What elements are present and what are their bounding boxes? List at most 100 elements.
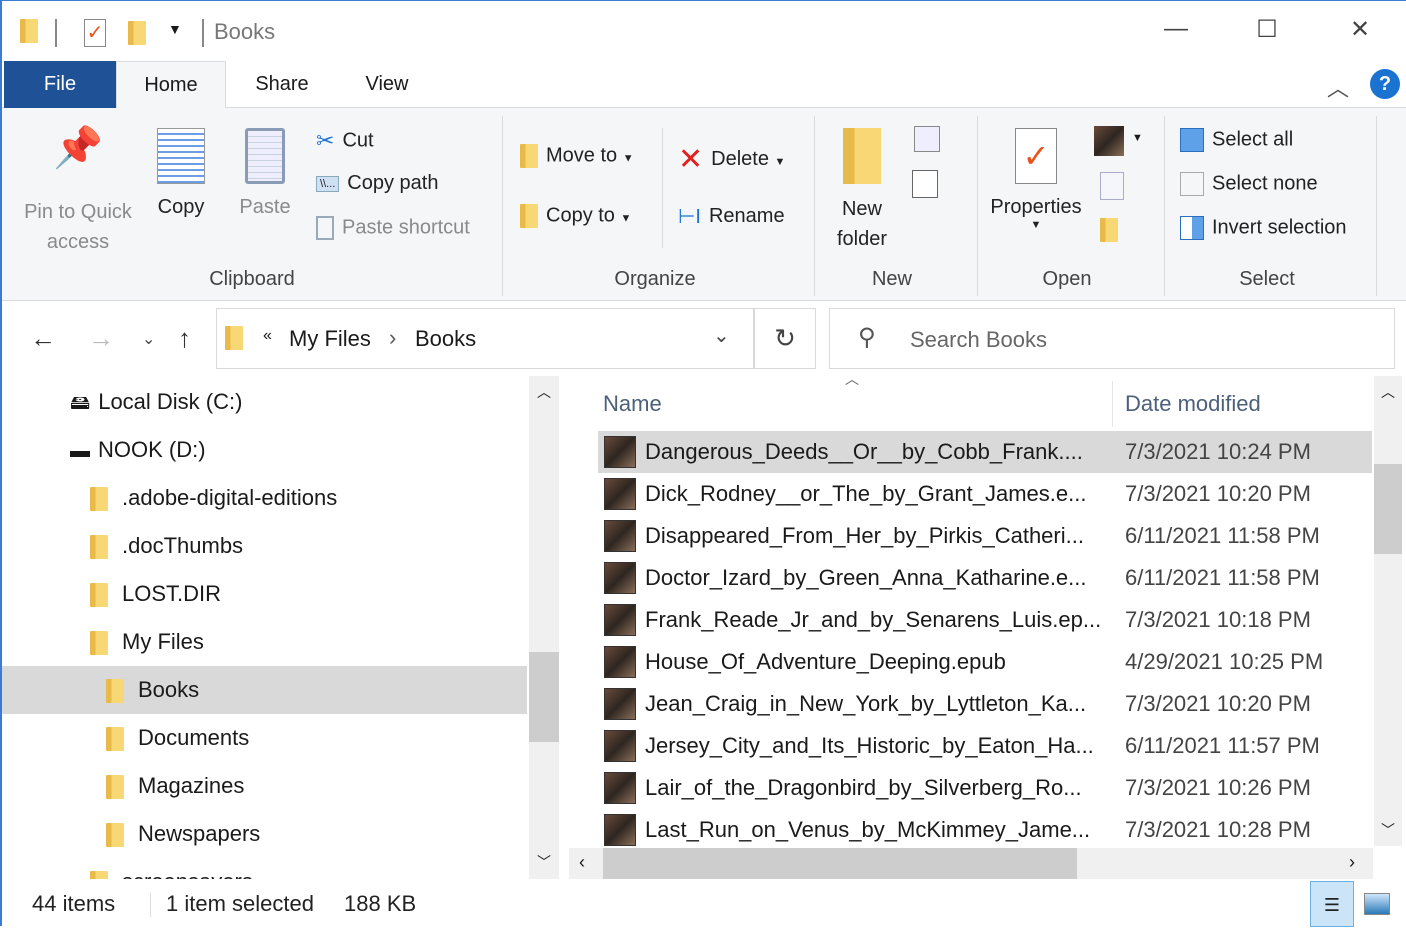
nav-item-folder[interactable]: Magazines <box>2 762 527 810</box>
copy-path-button[interactable]: \\... Copy path <box>316 172 438 195</box>
new-folder-button[interactable]: New folder <box>830 128 894 254</box>
properties-check-icon: ✓ <box>1015 128 1057 184</box>
delete-button[interactable]: ✕ Delete ▼ <box>678 142 785 177</box>
scroll-up-icon[interactable]: ︿ <box>1381 382 1395 402</box>
overflow-icon[interactable]: « <box>263 327 272 345</box>
new-item-icon[interactable] <box>914 126 940 152</box>
column-header-date-modified[interactable]: Date modified <box>1125 391 1261 417</box>
file-row[interactable]: Frank_Reade_Jr_and_by_Senarens_Luis.ep..… <box>598 599 1372 641</box>
close-button[interactable]: ✕ <box>1340 15 1380 44</box>
nav-item-folder[interactable]: LOST.DIR <box>2 570 527 618</box>
pin-to-quick-access-button[interactable]: 📌 Pin to Quick access <box>18 128 138 257</box>
file-row[interactable]: Last_Run_on_Venus_by_McKimmey_Jame... 7/3… <box>598 809 1372 851</box>
file-list-vscrollbar[interactable]: ︿ ﹀ <box>1374 376 1402 846</box>
drive-icon: 🖴 <box>70 392 91 415</box>
nav-scrollbar[interactable]: ︿ ﹀ <box>529 376 559 879</box>
maximize-button[interactable]: ☐ <box>1247 15 1287 44</box>
epub-thumbnail-icon <box>604 436 636 468</box>
drive-icon: ▬ <box>70 440 90 463</box>
customize-toolbar-chevron-icon[interactable]: ▼ <box>168 21 182 37</box>
refresh-button[interactable]: ↻ <box>754 308 816 369</box>
scroll-down-icon[interactable]: ﹀ <box>1381 820 1395 840</box>
nav-item-folder[interactable]: .adobe-digital-editions <box>2 474 527 522</box>
tab-home[interactable]: Home <box>116 61 226 109</box>
select-none-button[interactable]: Select none <box>1180 172 1318 196</box>
file-row[interactable]: Dangerous_Deeds__Or__by_Cobb_Frank.... 7/… <box>598 431 1372 473</box>
address-bar[interactable]: « My Files › Books ⌄ <box>216 308 754 369</box>
select-none-icon <box>1180 172 1204 196</box>
epub-thumbnail-icon <box>604 604 636 636</box>
folder-icon <box>90 871 108 879</box>
tab-view[interactable]: View <box>352 61 422 108</box>
address-dropdown-icon[interactable]: ⌄ <box>713 323 730 348</box>
properties-button[interactable]: ✓ Properties ▼ <box>986 128 1086 231</box>
open-dropdown-icon[interactable]: ▼ <box>1132 132 1143 144</box>
up-arrow-icon[interactable]: ↑ <box>178 323 191 354</box>
paste-shortcut-button[interactable]: Paste shortcut <box>316 216 470 240</box>
file-row[interactable]: Jean_Craig_in_New_York_by_Lyttleton_Ka..… <box>598 683 1372 725</box>
file-name: Lair_of_the_Dragonbird_by_Silverberg_Ro.… <box>645 775 1082 800</box>
file-row[interactable]: Jersey_City_and_Its_Historic_by_Eaton_Ha… <box>598 725 1372 767</box>
file-row[interactable]: Doctor_Izard_by_Green_Anna_Katharine.e..… <box>598 557 1372 599</box>
nav-item-folder[interactable]: Documents <box>2 714 527 762</box>
tab-file[interactable]: File <box>4 61 116 108</box>
folder-icon <box>106 775 124 800</box>
scroll-up-icon[interactable]: ︿ <box>537 382 551 402</box>
file-date: 6/11/2021 11:58 PM <box>1125 565 1320 590</box>
copy-to-button[interactable]: Copy to ▼ <box>520 204 631 228</box>
scroll-thumb[interactable] <box>603 848 1077 879</box>
move-to-icon <box>520 144 538 168</box>
folder-icon <box>90 487 108 512</box>
open-with-icon[interactable] <box>1094 126 1124 156</box>
recent-locations-chevron-icon[interactable]: ⌄ <box>142 329 155 349</box>
column-divider[interactable] <box>1112 381 1113 427</box>
details-view-icon[interactable]: ☰ <box>1310 881 1354 927</box>
minimize-button[interactable]: — <box>1156 15 1196 43</box>
file-row[interactable]: Dick_Rodney__or_The_by_Grant_James.e... 7… <box>598 473 1372 515</box>
paste-button[interactable]: Paste <box>236 128 294 219</box>
nav-item-books-selected[interactable]: Books <box>2 666 527 714</box>
large-icons-view-icon[interactable] <box>1364 893 1390 915</box>
scroll-thumb[interactable] <box>529 652 559 742</box>
file-date: 7/3/2021 10:20 PM <box>1125 691 1311 716</box>
nav-item-folder[interactable]: Newspapers <box>2 810 527 858</box>
scroll-right-icon[interactable]: › <box>1349 852 1355 873</box>
scroll-left-icon[interactable]: ‹ <box>579 852 585 873</box>
invert-selection-button[interactable]: Invert selection <box>1180 216 1347 240</box>
epub-thumbnail-icon <box>604 646 636 678</box>
nav-item-folder[interactable]: My Files <box>2 618 527 666</box>
collapse-ribbon-chevron-icon[interactable]: ︿ <box>1327 71 1349 103</box>
move-to-label: Move to <box>546 144 618 167</box>
easy-access-icon[interactable] <box>912 170 938 198</box>
move-to-button[interactable]: Move to ▼ <box>520 144 634 168</box>
nav-label: LOST.DIR <box>122 581 222 606</box>
file-date: 7/3/2021 10:24 PM <box>1125 439 1311 464</box>
file-row[interactable]: Disappeared_From_Her_by_Pirkis_Catheri..… <box>598 515 1372 557</box>
file-list-hscrollbar[interactable]: ‹ › <box>569 848 1373 879</box>
breadcrumb-books[interactable]: Books <box>415 326 476 352</box>
breadcrumb-my-files[interactable]: My Files <box>289 326 371 352</box>
file-row[interactable]: Lair_of_the_Dragonbird_by_Silverberg_Ro.… <box>598 767 1372 809</box>
properties-quick-icon[interactable]: ✓ <box>84 19 106 47</box>
nav-item-folder[interactable]: screensavers <box>2 858 527 879</box>
copy-button[interactable]: Copy <box>152 128 210 219</box>
column-header-name[interactable]: Name <box>603 391 662 417</box>
tab-share[interactable]: Share <box>242 61 322 108</box>
nav-item-local-disk[interactable]: 🖴 Local Disk (C:) <box>2 378 527 426</box>
help-icon[interactable]: ? <box>1370 69 1400 99</box>
rename-button[interactable]: ⊢I Rename <box>678 204 785 229</box>
new-folder-quick-icon[interactable] <box>128 21 146 45</box>
nav-item-nook[interactable]: ▬ NOOK (D:) <box>2 426 527 474</box>
nav-item-folder[interactable]: .docThumbs <box>2 522 527 570</box>
navigation-pane: 🖴 Local Disk (C:) ▬ NOOK (D:) .adobe-digit… <box>2 376 527 879</box>
select-all-button[interactable]: Select all <box>1180 128 1293 152</box>
scroll-thumb[interactable] <box>1374 464 1402 554</box>
new-folder-label-line2: folder <box>836 228 888 250</box>
file-row[interactable]: House_Of_Adventure_Deeping.epub 4/29/2021… <box>598 641 1372 683</box>
nav-label: Local Disk (C:) <box>98 389 243 414</box>
cut-button[interactable]: ✂ Cut <box>316 128 374 154</box>
forward-arrow-icon[interactable]: → <box>88 323 114 354</box>
scroll-down-icon[interactable]: ﹀ <box>537 852 551 872</box>
search-box[interactable]: ⚲ Search Books <box>829 308 1395 369</box>
back-arrow-icon[interactable]: ← <box>30 323 56 354</box>
